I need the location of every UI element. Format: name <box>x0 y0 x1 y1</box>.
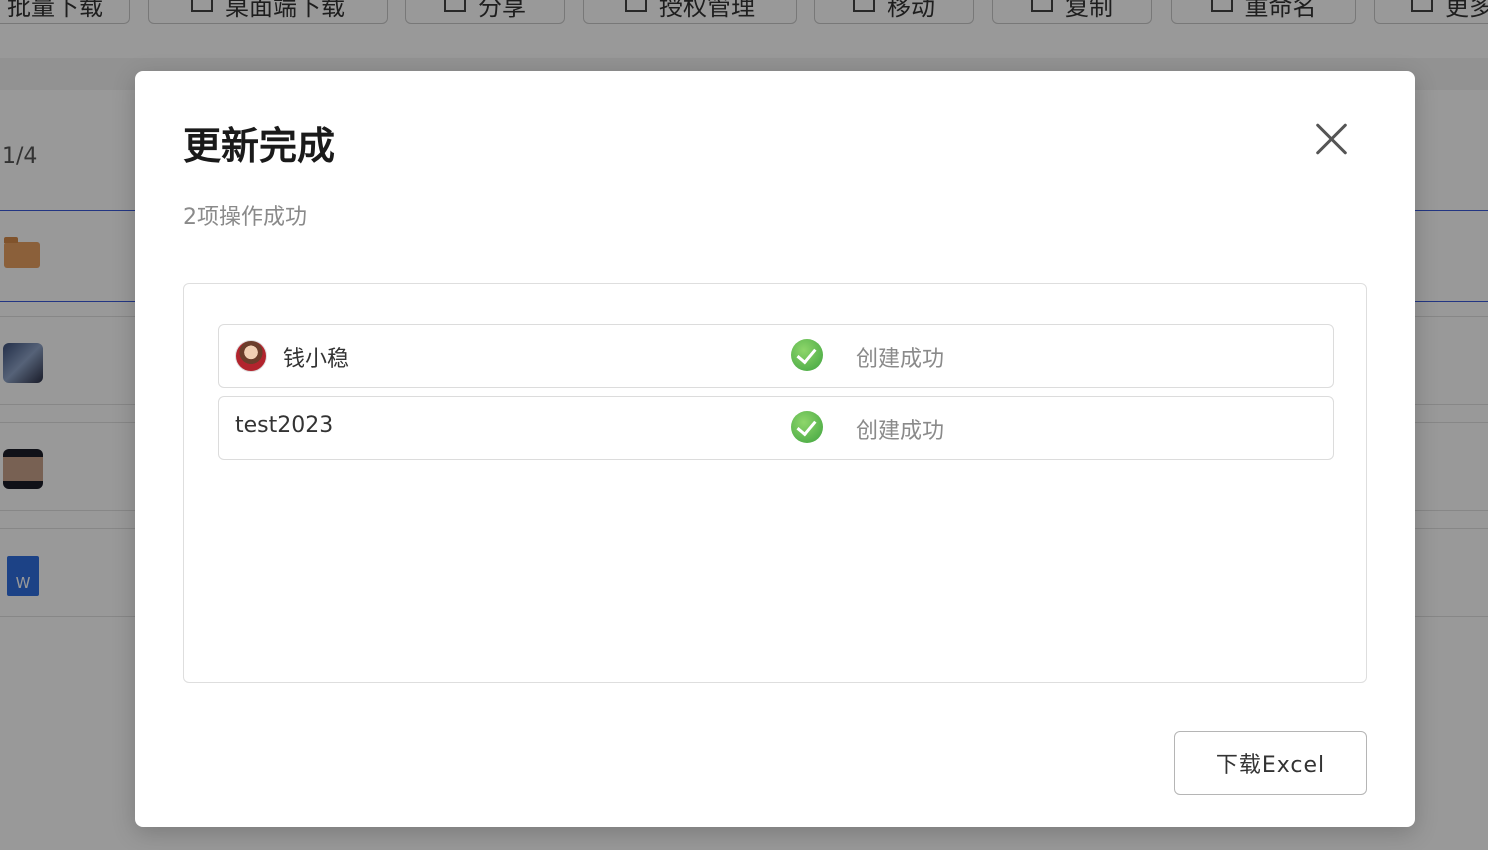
dialog-title: 更新完成 <box>183 124 336 168</box>
download-excel-button[interactable]: 下载Excel <box>1174 731 1367 795</box>
check-circle-icon <box>791 339 823 371</box>
result-status: 创建成功 <box>856 419 945 444</box>
result-row: test2023 创建成功 <box>218 396 1334 460</box>
result-list: 钱小稳 创建成功 test2023 创建成功 <box>183 283 1367 683</box>
update-complete-dialog: 更新完成 2项操作成功 钱小稳 创建成功 test2023 创建成功 下载Exc… <box>135 71 1415 827</box>
result-status: 创建成功 <box>856 347 945 372</box>
result-row: 钱小稳 创建成功 <box>218 324 1334 388</box>
avatar <box>235 340 267 372</box>
result-name: 钱小稳 <box>283 347 350 372</box>
check-circle-icon <box>791 411 823 443</box>
result-name: test2023 <box>235 413 334 438</box>
dialog-subtitle: 2项操作成功 <box>183 205 307 230</box>
close-icon[interactable] <box>1311 119 1351 159</box>
